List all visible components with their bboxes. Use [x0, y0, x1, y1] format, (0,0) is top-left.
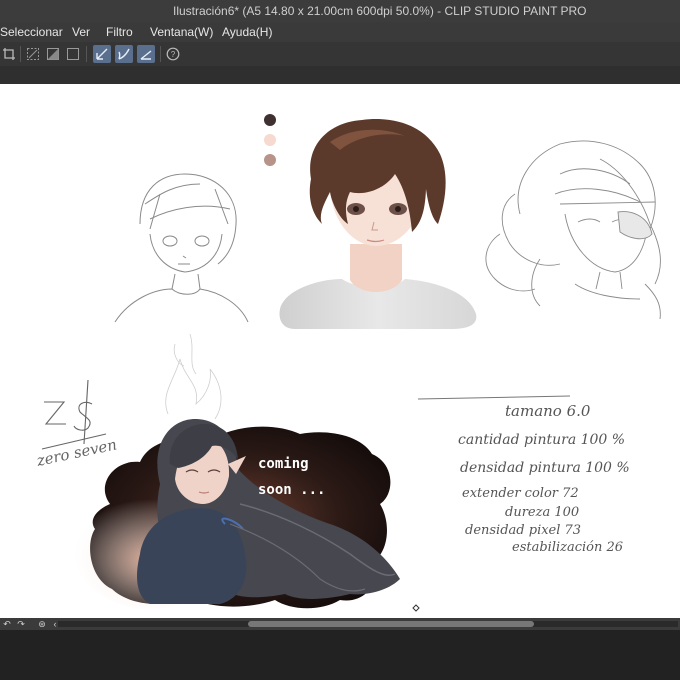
toolbar-divider — [20, 46, 21, 62]
painted-boy-center — [279, 119, 477, 329]
nav-down-icon[interactable]: ⊛ — [37, 619, 47, 629]
undo-icon[interactable]: ↶ — [2, 619, 12, 629]
sketch-girl-right — [485, 140, 661, 320]
note-estabilizacion: estabilización 26 — [512, 540, 624, 555]
palette-dot-mid — [264, 154, 276, 166]
note-densidad: densidad pintura 100 % — [460, 460, 630, 476]
note-dureza: dureza 100 — [505, 505, 580, 520]
note-cantidad: cantidad pintura 100 % — [458, 432, 626, 448]
window-title: Ilustración6* (A5 14.80 x 21.00cm 600dpi… — [173, 4, 587, 18]
scrollbar-thumb[interactable] — [248, 621, 534, 627]
note-extender: extender color 72 — [462, 486, 579, 501]
redo-icon[interactable]: ↷ — [16, 619, 26, 629]
select-box-icon[interactable] — [64, 45, 82, 63]
menu-filtro[interactable]: Filtro — [106, 22, 133, 42]
title-bar: Ilustración6* (A5 14.80 x 21.00cm 600dpi… — [0, 0, 680, 22]
svg-text:?: ? — [171, 50, 176, 59]
notes-underline — [417, 395, 571, 400]
cursor-marker — [412, 604, 420, 612]
canvas-margin — [0, 66, 680, 84]
brush-active-icon[interactable] — [115, 45, 133, 63]
select-dotted-icon[interactable] — [24, 45, 42, 63]
command-toolbar: ? — [0, 42, 680, 67]
menu-seleccionar[interactable]: Seleccionar — [0, 22, 63, 42]
banner-line-2: soon ... — [258, 482, 325, 498]
menu-ayuda[interactable]: Ayuda(H) — [222, 22, 272, 42]
menu-ver[interactable]: Ver — [72, 22, 90, 42]
toolbar-divider — [160, 46, 161, 62]
toolbar-divider — [86, 46, 87, 62]
note-tamano: tamano 6.0 — [505, 402, 591, 420]
palette-dot-light — [264, 134, 276, 146]
crop-icon[interactable] — [0, 45, 18, 63]
menu-bar: Seleccionar Ver Filtro Ventana(W) Ayuda(… — [0, 22, 680, 43]
menu-ventana[interactable]: Ventana(W) — [150, 22, 213, 42]
note-pixel: densidad pixel 73 — [465, 523, 582, 538]
pen-active-icon[interactable] — [93, 45, 111, 63]
banner-line-1: coming — [258, 456, 309, 472]
palette-dot-dark — [264, 114, 276, 126]
horizontal-scrollbar[interactable] — [58, 621, 678, 627]
select-fill-icon[interactable] — [44, 45, 62, 63]
help-icon[interactable]: ? — [164, 45, 182, 63]
sketch-boy-left — [114, 173, 249, 323]
drawing-canvas[interactable]: zero seven coming soon ... tamano 6.0 ca… — [0, 84, 680, 618]
status-bar: ↶ ↷ ⊛ ‹ — [0, 618, 680, 630]
flame-sketch — [165, 333, 222, 420]
lower-panel — [0, 630, 680, 680]
line-active-icon[interactable] — [137, 45, 155, 63]
